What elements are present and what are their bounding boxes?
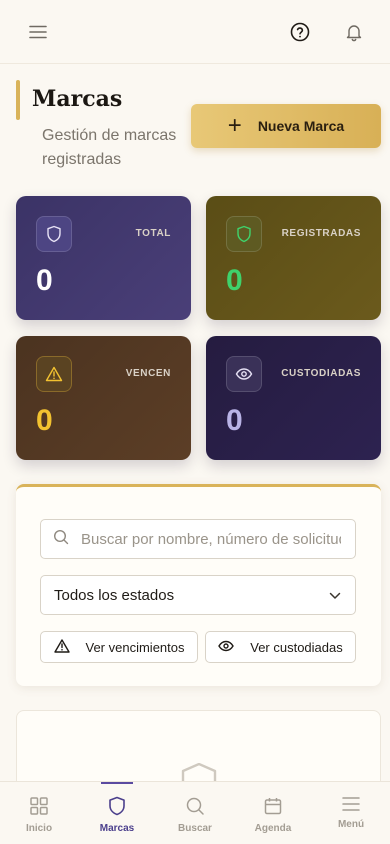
stat-label: REGISTRADAS — [281, 228, 361, 239]
stat-value: 0 — [226, 404, 243, 437]
view-custodied-button[interactable]: Ver custodiadas — [205, 631, 356, 663]
nav-item-agenda[interactable]: Agenda — [235, 782, 311, 834]
menu-icon — [342, 796, 360, 815]
search-icon — [53, 529, 69, 550]
nav-label: Marcas — [99, 823, 135, 834]
stat-value: 0 — [36, 404, 53, 437]
search-input[interactable] — [81, 530, 341, 548]
warning-triangle-icon — [53, 638, 70, 656]
warning-triangle-icon — [36, 356, 72, 392]
nav-label: Inicio — [25, 823, 53, 834]
hamburger-menu-icon[interactable] — [26, 20, 50, 44]
filters-card: Todos los estados Ver vencimientos Ver c… — [16, 484, 381, 686]
search-field[interactable] — [40, 519, 356, 559]
view-expirations-label: Ver vencimientos — [85, 639, 185, 655]
new-brand-button[interactable]: + Nueva Marca — [191, 104, 381, 148]
page-subtitle: Gestión de marcas registradas — [42, 127, 177, 168]
shield-icon — [36, 216, 72, 252]
stat-value: 0 — [36, 264, 53, 297]
page-title: Marcas — [32, 86, 123, 112]
nav-item-brands[interactable]: Marcas — [79, 782, 155, 834]
help-circle-icon[interactable] — [288, 20, 312, 44]
eye-icon — [226, 356, 262, 392]
shield-check-icon — [226, 216, 262, 252]
status-select-value: Todos los estados — [54, 586, 175, 604]
stat-card-registered[interactable]: REGISTRADAS 0 — [206, 196, 381, 320]
eye-icon — [218, 640, 235, 655]
new-brand-button-label: Nueva Marca — [257, 118, 345, 134]
view-expirations-button[interactable]: Ver vencimientos — [40, 631, 198, 663]
nav-item-menu[interactable]: Menú — [313, 782, 389, 830]
calendar-icon — [263, 796, 283, 819]
nav-item-search[interactable]: Buscar — [157, 782, 233, 834]
bell-icon[interactable] — [342, 20, 366, 44]
top-app-bar — [0, 0, 390, 64]
shield-icon — [108, 796, 126, 819]
nav-label: Agenda — [254, 823, 292, 834]
stat-card-custodied[interactable]: CUSTODIADAS 0 — [206, 336, 381, 460]
stat-value: 0 — [226, 264, 243, 297]
nav-item-home[interactable]: Inicio — [1, 782, 77, 834]
status-select[interactable]: Todos los estados — [40, 575, 356, 615]
view-custodied-label: Ver custodiadas — [250, 639, 343, 655]
stat-card-total[interactable]: TOTAL 0 — [16, 196, 191, 320]
grid-icon — [29, 796, 49, 819]
stat-label: VENCEN — [125, 368, 171, 379]
plus-icon: + — [227, 112, 242, 139]
stat-label: CUSTODIADAS — [281, 368, 361, 379]
chevron-down-icon — [329, 587, 341, 604]
bottom-navigation: Inicio Marcas Buscar Agenda Menú — [0, 781, 390, 844]
search-icon — [185, 796, 205, 819]
nav-label: Menú — [337, 819, 365, 830]
nav-label: Buscar — [178, 823, 212, 834]
stat-label: TOTAL — [135, 228, 171, 239]
stat-card-expiring[interactable]: VENCEN 0 — [16, 336, 191, 460]
title-accent-bar — [16, 80, 20, 120]
